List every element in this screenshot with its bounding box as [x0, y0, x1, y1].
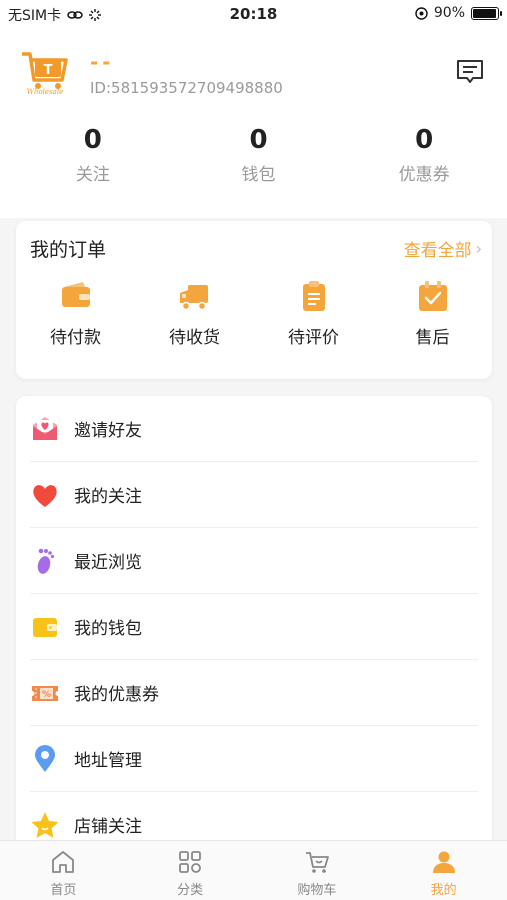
stat-follow[interactable]: 0 关注 [10, 124, 176, 185]
order-pending-delivery[interactable]: 待收货 [135, 279, 254, 348]
tab-mine[interactable]: 我的 [380, 841, 507, 900]
battery-text: 90% [433, 5, 465, 21]
menu-item-recent-views[interactable]: 最近浏览 [16, 528, 492, 594]
wallet-icon [61, 282, 90, 307]
tab-home[interactable]: 首页 [0, 841, 127, 900]
orientation-lock-icon [415, 6, 428, 20]
coupon-icon: % [32, 686, 58, 701]
clipboard-icon [302, 281, 325, 311]
logo-text: Wholesale [26, 88, 64, 96]
order-label: 售后 [415, 328, 450, 348]
tab-label: 分类 [177, 883, 204, 898]
order-pending-payment[interactable]: 待付款 [16, 279, 135, 348]
menu-label: 邀请好友 [74, 421, 142, 441]
stat-value: 0 [83, 125, 102, 155]
tab-label: 我的 [430, 883, 457, 898]
menu-label: 我的关注 [74, 487, 142, 507]
menu-item-my-follows[interactable]: 我的关注 [16, 462, 492, 528]
status-bar: 无SIM卡 20:18 90% [0, 0, 507, 28]
orders-title: 我的订单 [30, 239, 107, 261]
menu-item-my-coupons[interactable]: % 我的优惠券 [16, 660, 492, 726]
menu-label: 店铺关注 [74, 817, 142, 837]
menu-item-address-management[interactable]: 地址管理 [16, 726, 492, 792]
status-right: 90% [415, 5, 502, 21]
order-after-sales[interactable]: 售后 [373, 279, 492, 348]
home-icon [52, 851, 75, 873]
footprint-icon [37, 548, 55, 574]
tab-label: 购物车 [297, 883, 337, 898]
order-pending-review[interactable]: 待评价 [254, 279, 373, 348]
cart-icon [305, 852, 329, 873]
stat-value: 0 [415, 125, 434, 155]
stat-coupons[interactable]: 0 优惠券 [341, 124, 507, 185]
battery-icon [471, 6, 502, 20]
view-all-orders-link[interactable]: 查看全部 › [404, 236, 482, 261]
grid-icon [179, 851, 202, 873]
stat-value: 0 [249, 125, 268, 155]
menu-label: 我的钱包 [74, 619, 142, 639]
user-name[interactable]: -- [90, 50, 115, 74]
tab-cart[interactable]: 购物车 [254, 841, 381, 900]
menu-label: 最近浏览 [74, 553, 142, 573]
svg-text:T: T [44, 63, 53, 78]
menu-card: 邀请好友 我的关注 最近浏览 我的钱包 % 我的优惠券 地址管理 店铺关注 [16, 396, 492, 856]
envelope-heart-icon [33, 417, 57, 440]
truck-icon [179, 285, 208, 311]
tab-category[interactable]: 分类 [127, 841, 254, 900]
order-status-row: 待付款 待收货 待评价 售后 [16, 279, 492, 348]
orders-card: 我的订单 查看全部 › 待付款 待收货 待评价 售后 [16, 221, 492, 379]
tab-label: 首页 [50, 883, 77, 898]
order-label: 待收货 [169, 328, 220, 348]
svg-text:%: % [42, 690, 51, 700]
menu-label: 我的优惠券 [74, 685, 159, 705]
menu-item-invite-friends[interactable]: 邀请好友 [16, 396, 492, 462]
menu-label: 地址管理 [74, 751, 142, 771]
star-icon [31, 812, 59, 838]
user-icon [432, 851, 455, 873]
chevron-right-icon: › [475, 239, 482, 258]
user-id: ID:581593572709498880 [90, 79, 283, 97]
stat-wallet[interactable]: 0 钱包 [176, 124, 342, 185]
view-all-label: 查看全部 [403, 241, 472, 261]
profile-header: T Wholesale -- ID:581593572709498880 0 关… [0, 28, 507, 218]
checkbox-icon [418, 281, 447, 311]
stat-label: 优惠券 [398, 165, 450, 185]
stats-row: 0 关注 0 钱包 0 优惠券 [0, 124, 507, 185]
bottom-tab-bar: 首页 分类 购物车 我的 [0, 840, 507, 900]
stat-label: 关注 [75, 165, 110, 185]
wallet-icon [33, 618, 57, 637]
heart-icon [33, 485, 57, 507]
menu-item-my-wallet[interactable]: 我的钱包 [16, 594, 492, 660]
order-label: 待付款 [50, 328, 101, 348]
order-label: 待评价 [288, 328, 339, 348]
location-pin-icon [35, 745, 55, 772]
stat-label: 钱包 [241, 165, 276, 185]
message-icon[interactable] [455, 58, 485, 86]
